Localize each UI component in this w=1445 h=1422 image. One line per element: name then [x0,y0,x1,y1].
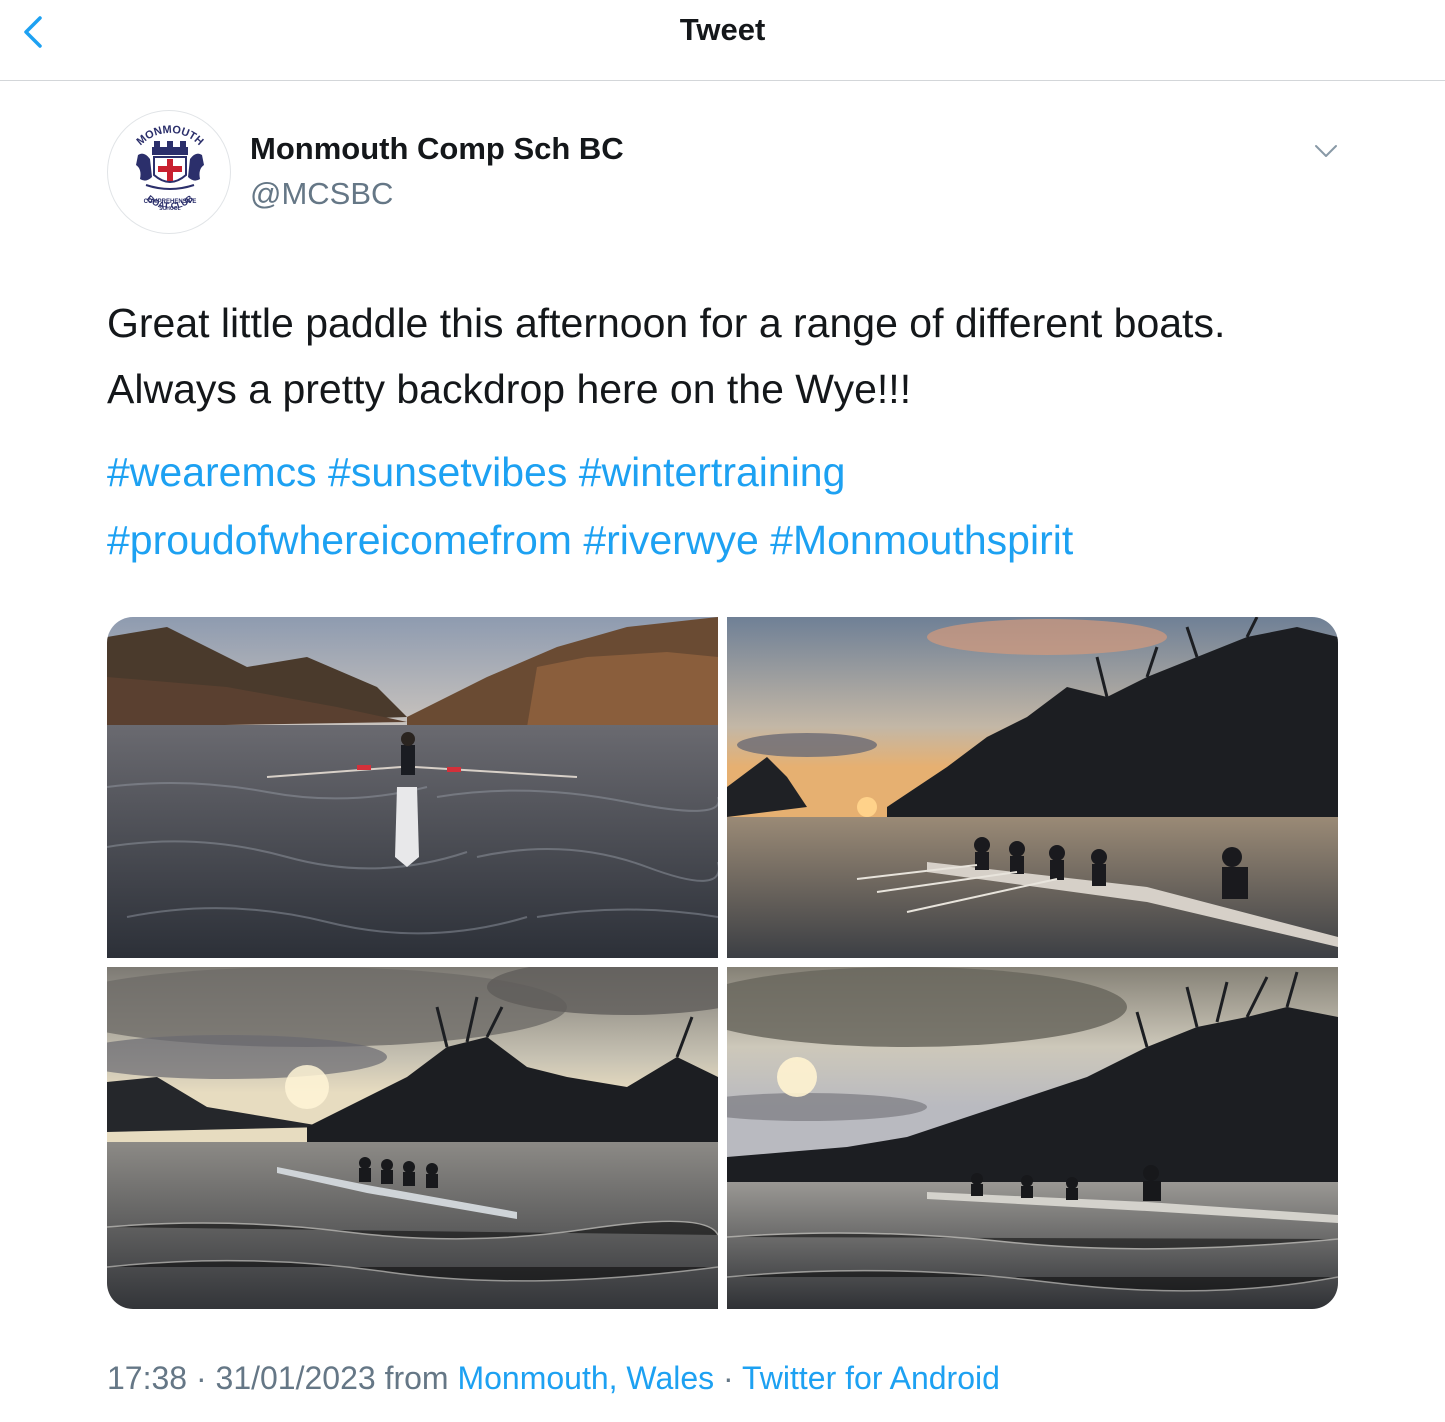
hashtags: #wearemcs #sunsetvibes #wintertraining #… [107,438,1367,574]
tweet-text-line: Great little paddle this afternoon for a… [107,300,1226,346]
hashtag-link[interactable]: #wearemcs [107,449,317,495]
hashtag-link[interactable]: #wintertraining [579,449,846,495]
tweet-text-line: Always a pretty backdrop here on the Wye… [107,366,912,412]
tweet-time: 17:38 [107,1360,188,1396]
tweet-photo[interactable] [727,617,1338,958]
tweet-photo[interactable] [727,967,1338,1309]
hashtag-link[interactable]: #proudofwhereicomefrom [107,517,572,563]
meta-separator: · [195,1360,207,1396]
source-link[interactable]: Twitter for Android [742,1360,1000,1396]
hashtag-link[interactable]: #riverwye [583,517,758,563]
meta-separator: · [723,1360,734,1396]
media-grid [107,617,1338,1309]
hashtag-line: #proudofwhereicomefrom #riverwye #Monmou… [107,506,1367,574]
tweet-date: 31/01/2023 [215,1360,376,1396]
top-bar: Tweet [0,0,1445,81]
page-title: Tweet [679,12,766,47]
hashtag-link[interactable]: #Monmouthspirit [770,517,1073,563]
author-handle[interactable]: @MCSBC [250,176,393,212]
tweet-photo[interactable] [107,617,718,958]
boat-club-crest-logo: MONMOUTH COMPREHENSIVE SCHOOL BOAT CLUB [135,124,206,212]
tweet-text: Great little paddle this afternoon for a… [107,290,1367,422]
chevron-down-icon [1315,145,1337,157]
svg-text:BOAT CLUB: BOAT CLUB [145,193,196,211]
author-name[interactable]: Monmouth Comp Sch BC [250,131,624,167]
location-link[interactable]: Monmouth, Wales [457,1360,714,1396]
avatar[interactable]: MONMOUTH COMPREHENSIVE SCHOOL BOAT CLUB [107,110,231,234]
tweet-photo[interactable] [107,967,718,1309]
tweet-menu-button[interactable] [1310,136,1342,166]
hashtag-link[interactable]: #sunsetvibes [328,449,567,495]
hashtag-line: #wearemcs #sunsetvibes #wintertraining [107,438,1367,506]
tweet-meta: 17:38 · 31/01/2023 from Monmouth, Wales … [107,1360,1000,1397]
from-label: from [384,1360,449,1396]
